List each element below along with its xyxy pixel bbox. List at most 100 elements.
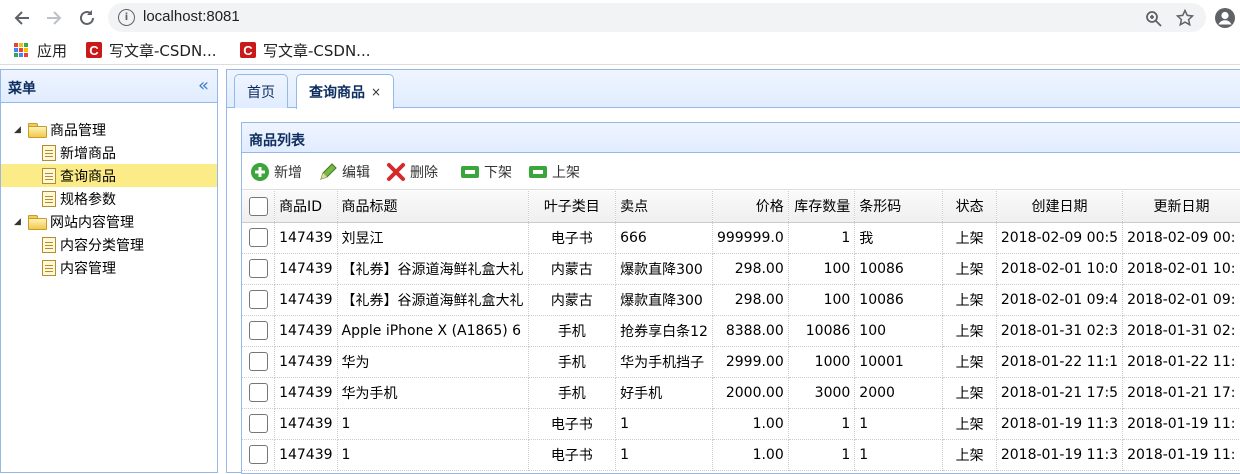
table-cell: 1 [337, 439, 529, 471]
column-header[interactable]: 更新日期 [1122, 191, 1240, 223]
zoom-icon[interactable] [1143, 9, 1163, 27]
tree-folder-node[interactable]: ◢ 网站内容管理 [1, 210, 217, 233]
forward-icon[interactable] [42, 6, 66, 30]
table-row[interactable]: 147439 1 电子书 1 1.00 1 1 上架 2018-01-19 11:3 2018-0… [242, 408, 1240, 440]
add-icon [250, 162, 270, 182]
bookmark-csdn-1[interactable]: C 写文章-CSDN... [86, 39, 216, 61]
menu-title: 菜单 [8, 81, 36, 97]
table-row[interactable]: 147439 【礼券】谷源道海鲜礼盒大礼 内蒙古 爆款直降300 298.00 100 10… [242, 253, 1240, 285]
profile-avatar-icon[interactable] [1213, 6, 1237, 30]
table-cell: 2018-01-31 02:3 [996, 315, 1124, 347]
tree-leaf-node[interactable]: 规格参数 [1, 187, 217, 210]
row-checkbox[interactable] [248, 352, 268, 371]
table-cell: 2018-01-22 11: [1122, 346, 1240, 378]
table-row[interactable]: 147439 华为 手机 华为手机挡子 2999.00 1000 10001 上架 2018-0… [242, 346, 1240, 378]
table-cell: 2018-01-19 11: [1122, 408, 1240, 440]
file-icon [42, 167, 56, 184]
file-icon [42, 259, 56, 276]
add-button[interactable]: 新增 [250, 161, 302, 183]
back-icon[interactable] [10, 6, 34, 30]
row-checkbox[interactable] [248, 383, 268, 402]
column-header[interactable]: 库存数量 [788, 191, 856, 223]
table-cell: 1 [788, 222, 856, 254]
tree-node-label: 网站内容管理 [50, 214, 134, 231]
tab-label: 查询商品 [309, 85, 365, 101]
edit-button[interactable]: 编辑 [318, 161, 370, 183]
table-cell: 1000 [788, 346, 856, 378]
csdn-icon: C [240, 42, 256, 58]
table-cell: 爆款直降300 [615, 284, 713, 316]
info-icon[interactable]: i [118, 9, 135, 26]
table-cell: 147439 [274, 377, 338, 409]
row-checkbox[interactable] [248, 259, 268, 278]
table-cell: 999999.0 [712, 222, 789, 254]
column-header[interactable]: 商品标题 [337, 191, 529, 223]
off-shelf-button[interactable]: 下架 [460, 161, 512, 183]
table-cell: 147439 [274, 222, 338, 254]
expand-arrow-icon[interactable]: ◢ [14, 217, 24, 227]
table-cell: 上架 [942, 346, 997, 378]
table-cell: 2000 [854, 377, 944, 409]
reload-icon[interactable] [75, 6, 99, 30]
grid-toolbar: 新增 编辑 删除 下架 上架 [242, 153, 1240, 190]
bookmark-star-icon[interactable] [1175, 9, 1195, 27]
column-header[interactable]: 商品ID [274, 191, 338, 223]
row-checkbox[interactable] [248, 445, 268, 464]
bookmark-label: 写文章-CSDN... [109, 41, 217, 60]
table-cell: 2018-02-09 00:5 [996, 222, 1124, 254]
column-header[interactable]: 价格 [712, 191, 789, 223]
bookmark-csdn-2[interactable]: C 写文章-CSDN... [240, 39, 370, 61]
row-checkbox[interactable] [248, 290, 268, 309]
column-header[interactable]: 创建日期 [996, 191, 1124, 223]
table-cell: 100 [788, 284, 856, 316]
address-url[interactable]: localhost:8081 [143, 8, 240, 25]
tree-node-label: 查询商品 [60, 168, 116, 185]
bookmark-apps[interactable]: 应用 [14, 39, 67, 61]
folder-icon [28, 123, 47, 138]
table-cell: Apple iPhone X (A1865) 6 [337, 315, 529, 347]
row-checkbox[interactable] [248, 321, 268, 340]
browser-toolbar: i localhost:8081 [0, 0, 1240, 36]
tab-query-products[interactable]: 查询商品 × [296, 74, 395, 109]
table-cell: 上架 [942, 253, 997, 285]
collapse-icon[interactable]: « [198, 75, 209, 96]
table-cell: 2018-01-21 17: [1122, 377, 1240, 409]
tree-leaf-node[interactable]: 内容分类管理 [1, 233, 217, 256]
menu-panel: 菜单 « ◢ 商品管理 新增商品查询商品规格参数 ◢ 网站内容管理内容分类管理 内容管理 [0, 69, 218, 473]
csdn-icon: C [86, 42, 102, 58]
table-cell: 147439 [274, 346, 338, 378]
row-checkbox[interactable] [248, 228, 268, 247]
table-cell: 2000.00 [712, 377, 789, 409]
column-header[interactable]: 卖点 [615, 191, 713, 223]
table-row[interactable]: 147439 Apple iPhone X (A1865) 6 手机 抢券享白条12 8… [242, 315, 1240, 347]
tree-leaf-node[interactable]: 内容管理 [1, 256, 217, 279]
table-cell: 2018-01-19 11:3 [996, 408, 1124, 440]
table-cell: 1 [854, 408, 944, 440]
tree-leaf-node[interactable]: 新增商品 [1, 141, 217, 164]
address-bar[interactable]: i localhost:8081 [108, 3, 1206, 32]
tree-folder-node[interactable]: ◢ 商品管理 [1, 118, 217, 141]
table-cell: 【礼券】谷源道海鲜礼盒大礼 [337, 284, 529, 316]
file-icon [42, 190, 56, 207]
table-cell: 100 [788, 253, 856, 285]
table-row[interactable]: 147439 华为手机 手机 好手机 2000.00 3000 2000 上架 2018-01-… [242, 377, 1240, 409]
close-icon[interactable]: × [371, 85, 381, 99]
expand-arrow-icon[interactable]: ◢ [14, 125, 24, 135]
on-shelf-label: 上架 [552, 165, 580, 181]
table-row[interactable]: 147439 刘昱江 电子书 666 999999.0 1 我上架 2018-02-09 00… [242, 222, 1240, 254]
delete-button[interactable]: 删除 [386, 161, 438, 183]
table-row[interactable]: 147439 【礼券】谷源道海鲜礼盒大礼 内蒙古 爆款直降300 298.00 100 10… [242, 284, 1240, 316]
row-select-cell [242, 408, 276, 440]
table-row[interactable]: 147439 1 电子书 1 1.00 1 1 上架 2018-01-19 11:3 2018-0… [242, 439, 1240, 471]
table-cell: 2018-01-31 02: [1122, 315, 1240, 347]
tree-leaf-node[interactable]: 查询商品 [1, 164, 217, 187]
off-shelf-label: 下架 [484, 165, 512, 181]
column-header[interactable]: 状态 [942, 191, 997, 223]
row-checkbox[interactable] [248, 414, 268, 433]
on-shelf-button[interactable]: 上架 [528, 161, 580, 183]
table-cell: 10086 [854, 284, 944, 316]
column-header[interactable]: 条形码 [854, 191, 944, 223]
select-all-checkbox[interactable] [248, 196, 268, 216]
tab-home[interactable]: 首页 [234, 74, 288, 108]
column-header[interactable]: 叶子类目 [528, 191, 617, 223]
